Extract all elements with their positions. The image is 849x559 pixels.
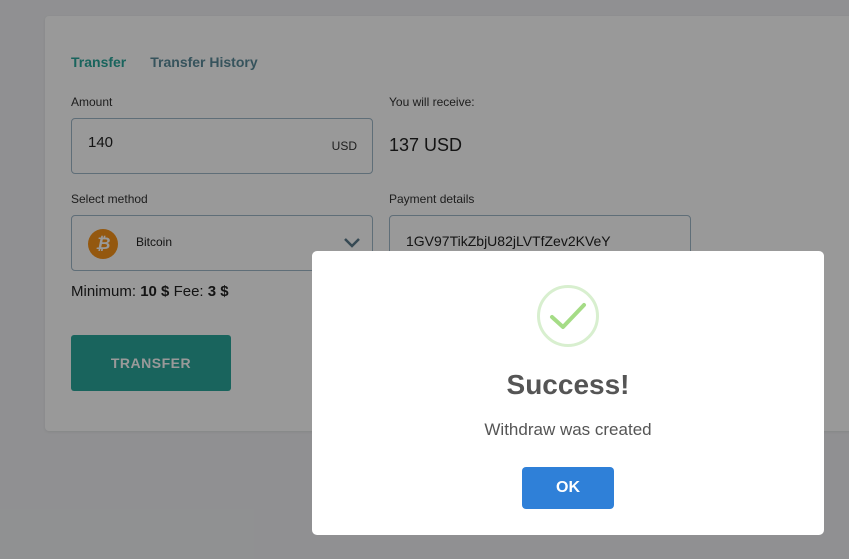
modal-title: Success! bbox=[506, 369, 630, 400]
ok-button[interactable]: OK bbox=[522, 467, 614, 509]
checkmark-icon bbox=[550, 303, 586, 329]
success-circle bbox=[537, 285, 599, 347]
modal-message: Withdraw was created bbox=[484, 420, 652, 439]
success-modal: Success! Withdraw was created OK bbox=[312, 251, 824, 535]
